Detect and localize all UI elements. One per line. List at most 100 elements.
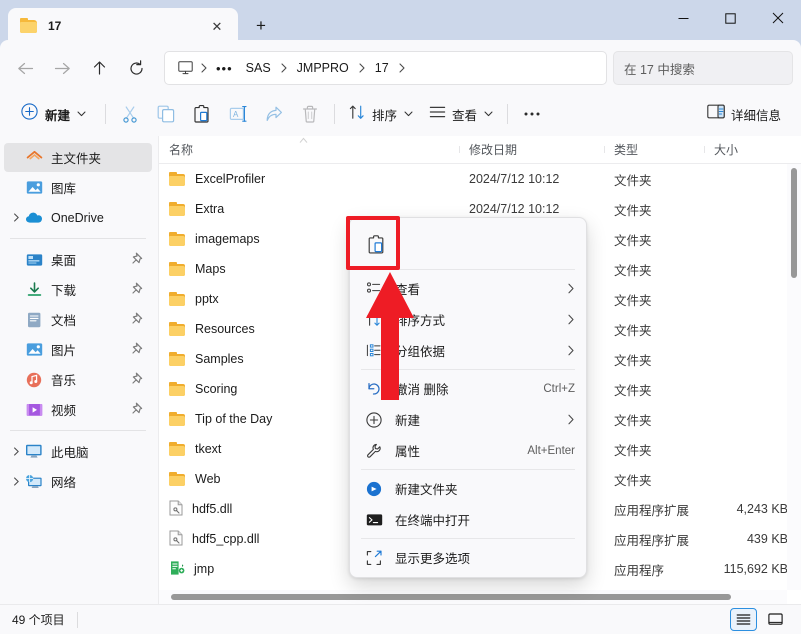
file-explorer-window: 17 ✕ + ••• SAS JMPPRO 17 在 17 中搜索 新建 A 排…: [0, 0, 801, 634]
close-window-button[interactable]: [754, 0, 801, 36]
breadcrumb-17[interactable]: 17: [368, 58, 396, 78]
share-button[interactable]: [256, 99, 292, 130]
context-menu-item-show-more-options[interactable]: 显示更多选项: [353, 542, 583, 573]
context-menu-item-group-by[interactable]: 分组依据: [353, 335, 583, 366]
pin-icon[interactable]: [132, 341, 144, 359]
view-toggle-group: [725, 608, 789, 631]
back-button[interactable]: [8, 51, 42, 85]
sidebar-item-network[interactable]: 网络: [4, 467, 152, 496]
context-menu-item-open-in-terminal[interactable]: 在终端中打开: [353, 504, 583, 535]
breadcrumb-sas[interactable]: SAS: [239, 58, 278, 78]
column-header-date[interactable]: 修改日期: [459, 141, 604, 158]
context-menu-item-new[interactable]: 新建: [353, 404, 583, 435]
table-row[interactable]: ExcelProfiler 2024/7/12 10:12 文件夹: [159, 164, 801, 194]
large-icons-view-button[interactable]: [762, 608, 789, 631]
rename-button[interactable]: A: [220, 99, 256, 130]
more-options-button[interactable]: [514, 99, 550, 130]
horizontal-scroll-thumb[interactable]: [171, 594, 731, 600]
cut-button[interactable]: [112, 99, 148, 130]
context-menu-divider: [361, 369, 575, 370]
file-name-cell: ExcelProfiler: [159, 171, 459, 187]
folder-icon: [169, 261, 186, 277]
delete-button[interactable]: [292, 99, 328, 130]
context-menu-item-undo-delete[interactable]: 撤消 删除 Ctrl+Z: [353, 373, 583, 404]
copy-button[interactable]: [148, 99, 184, 130]
properties-icon: [363, 443, 385, 459]
sidebar-item-downloads[interactable]: 下载: [4, 275, 152, 304]
sidebar-item-music[interactable]: 音乐: [4, 365, 152, 394]
forward-button[interactable]: [45, 51, 79, 85]
sidebar-item-home[interactable]: 主文件夹: [4, 143, 152, 172]
sidebar-label: 图库: [51, 182, 77, 196]
context-menu-item-sort-by[interactable]: 排序方式: [353, 304, 583, 335]
breadcrumb[interactable]: ••• SAS JMPPRO 17: [164, 51, 607, 85]
file-type-cell: 应用程序: [614, 563, 665, 578]
view-button[interactable]: 查看: [421, 99, 501, 130]
refresh-button[interactable]: [119, 51, 153, 85]
sidebar-item-desktop[interactable]: 桌面: [4, 245, 152, 274]
column-header-name[interactable]: 名称: [159, 141, 459, 158]
details-pane-button[interactable]: 详细信息: [699, 99, 789, 130]
sidebar-item-onedrive[interactable]: OneDrive: [4, 203, 152, 232]
sidebar-divider: [10, 430, 146, 431]
sidebar-item-videos[interactable]: 视频: [4, 395, 152, 424]
breadcrumb-overflow[interactable]: •••: [210, 61, 239, 76]
maximize-button[interactable]: [707, 0, 754, 36]
pin-icon[interactable]: [132, 281, 144, 299]
pin-icon[interactable]: [132, 401, 144, 419]
context-menu-item-new-folder[interactable]: 新建文件夹: [353, 473, 583, 504]
context-menu-item-properties[interactable]: 属性 Alt+Enter: [353, 435, 583, 466]
sidebar-label: 图片: [51, 344, 77, 358]
pin-icon[interactable]: [132, 311, 144, 329]
sidebar-item-gallery[interactable]: 图库: [4, 173, 152, 202]
chevron-right-icon[interactable]: [8, 477, 24, 486]
command-bar: 新建 A 排序 查看 详细信息: [0, 92, 801, 136]
sidebar-item-this-pc[interactable]: 此电脑: [4, 437, 152, 466]
search-input[interactable]: 在 17 中搜索: [613, 51, 793, 85]
pin-icon[interactable]: [132, 371, 144, 389]
details-view-button[interactable]: [730, 608, 757, 631]
sort-icon: [349, 104, 366, 125]
pictures-icon: [24, 342, 44, 357]
context-menu-item-view[interactable]: 查看: [353, 273, 583, 304]
file-type-cell: 应用程序扩展: [614, 533, 690, 548]
app-icon: [169, 560, 185, 579]
terminal-icon: [363, 513, 385, 527]
item-count-label: 49 个项目: [12, 613, 65, 627]
sidebar-item-documents[interactable]: 文档: [4, 305, 152, 334]
tab-17[interactable]: 17 ✕: [8, 8, 238, 44]
sidebar-label: 此电脑: [51, 446, 89, 460]
horizontal-scrollbar[interactable]: [159, 590, 787, 604]
folder-icon: [169, 471, 186, 487]
minimize-button[interactable]: [660, 0, 707, 36]
paste-button[interactable]: [184, 99, 220, 130]
file-name: tkext: [195, 442, 222, 456]
music-icon: [24, 372, 44, 388]
sort-button-label: 排序: [372, 108, 398, 123]
home-icon: [24, 150, 44, 166]
vertical-scroll-thumb[interactable]: [791, 168, 797, 278]
up-button[interactable]: [82, 51, 116, 85]
file-type-cell: 文件夹: [614, 293, 652, 308]
chevron-right-icon[interactable]: [8, 213, 24, 222]
file-date-cell: 2024/7/12 10:12: [469, 202, 560, 216]
folder-icon: [169, 381, 186, 397]
new-button[interactable]: 新建: [12, 99, 95, 130]
sidebar-item-pictures[interactable]: 图片: [4, 335, 152, 364]
column-header-size[interactable]: 大小: [704, 141, 801, 158]
column-header-type[interactable]: 类型: [604, 141, 704, 158]
dll-icon: [169, 500, 183, 519]
toolbar-divider: [507, 104, 509, 124]
this-pc-crumb-icon[interactable]: [173, 58, 198, 78]
vertical-scrollbar[interactable]: [787, 164, 801, 590]
file-type-cell: 文件夹: [614, 473, 652, 488]
paste-icon[interactable]: [357, 227, 395, 261]
sort-button[interactable]: 排序: [341, 99, 421, 130]
chevron-right-icon[interactable]: [8, 447, 24, 456]
new-tab-button[interactable]: +: [246, 11, 276, 41]
close-tab-icon[interactable]: ✕: [204, 13, 230, 39]
status-bar: 49 个项目: [0, 604, 801, 634]
file-name: Tip of the Day: [195, 412, 273, 426]
pin-icon[interactable]: [132, 251, 144, 269]
breadcrumb-jmppro[interactable]: JMPPRO: [290, 58, 356, 78]
